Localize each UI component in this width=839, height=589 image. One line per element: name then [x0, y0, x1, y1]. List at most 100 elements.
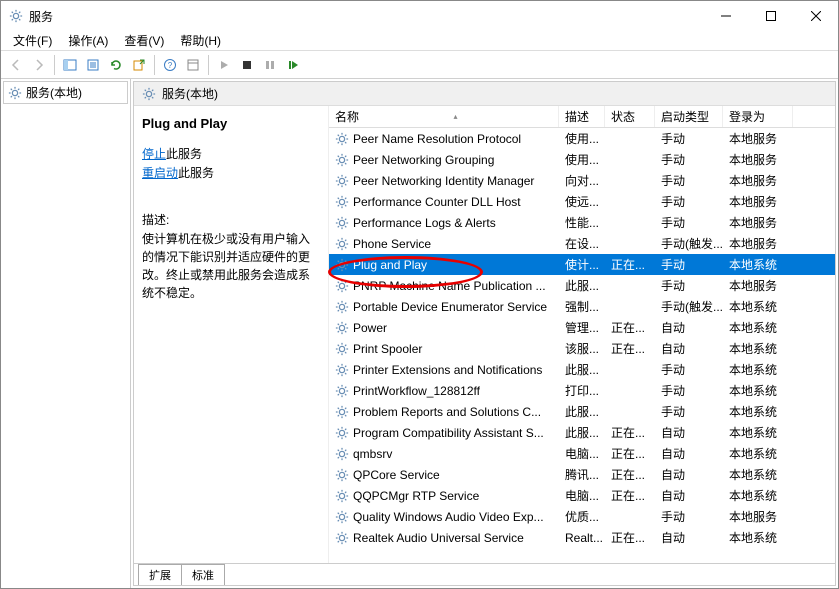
service-row[interactable]: Plug and Play使计...正在...手动本地系统 [329, 254, 835, 275]
gear-icon [335, 342, 349, 356]
tab-standard[interactable]: 标准 [181, 564, 225, 585]
service-name: Portable Device Enumerator Service [353, 300, 547, 314]
service-start: 自动 [655, 340, 723, 357]
menu-file[interactable]: 文件(F) [5, 30, 60, 51]
col-status[interactable]: 状态 [605, 106, 655, 127]
service-name: QPCore Service [353, 468, 440, 482]
tab-extended[interactable]: 扩展 [138, 564, 182, 585]
restart-suffix: 此服务 [178, 166, 214, 180]
service-logon: 本地系统 [723, 319, 793, 336]
service-desc: 使用... [559, 130, 605, 147]
service-row[interactable]: Phone Service在设...手动(触发...本地服务 [329, 233, 835, 254]
properties-button[interactable] [182, 54, 204, 76]
service-logon: 本地服务 [723, 214, 793, 231]
refresh-button[interactable] [105, 54, 127, 76]
service-name: Peer Networking Identity Manager [353, 174, 534, 188]
menu-help[interactable]: 帮助(H) [172, 30, 229, 51]
maximize-button[interactable] [748, 2, 793, 30]
service-logon: 本地系统 [723, 487, 793, 504]
service-row[interactable]: PNRP Machine Name Publication ...此服...手动… [329, 275, 835, 296]
col-name[interactable]: 名称▴ [329, 106, 559, 127]
service-start: 自动 [655, 319, 723, 336]
service-list: Peer Name Resolution Protocol使用...手动本地服务… [329, 128, 835, 563]
service-start: 手动 [655, 403, 723, 420]
service-row[interactable]: QPCore Service腾讯...正在...自动本地系统 [329, 464, 835, 485]
service-row[interactable]: Peer Networking Identity Manager向对...手动本… [329, 170, 835, 191]
gear-icon [142, 87, 156, 101]
right-pane-header: 服务(本地) [134, 82, 835, 106]
service-row[interactable]: Printer Extensions and Notifications 此服..… [329, 359, 835, 380]
service-desc: 在设... [559, 235, 605, 252]
service-row[interactable]: Quality Windows Audio Video Exp...优质...手… [329, 506, 835, 527]
forward-button[interactable] [28, 54, 50, 76]
service-name: Realtek Audio Universal Service [353, 531, 524, 545]
service-row[interactable]: Power管理...正在...自动本地系统 [329, 317, 835, 338]
help-button[interactable]: ? [159, 54, 181, 76]
service-start: 手动(触发... [655, 235, 723, 252]
service-row[interactable]: Print Spooler该服...正在...自动本地系统 [329, 338, 835, 359]
service-row[interactable]: QQPCMgr RTP Service电脑...正在...自动本地系统 [329, 485, 835, 506]
service-desc: 使远... [559, 193, 605, 210]
minimize-button[interactable] [703, 2, 748, 30]
service-name: Program Compatibility Assistant S... [353, 426, 544, 440]
app-icon [9, 9, 23, 23]
service-row[interactable]: Portable Device Enumerator Service强制...手… [329, 296, 835, 317]
service-start: 自动 [655, 466, 723, 483]
stop-suffix: 此服务 [166, 147, 202, 161]
gear-icon [8, 86, 22, 100]
menu-view[interactable]: 查看(V) [116, 30, 172, 51]
service-start: 自动 [655, 445, 723, 462]
gear-icon [335, 531, 349, 545]
restart-link[interactable]: 重启动 [142, 166, 178, 180]
gear-icon [335, 384, 349, 398]
service-start: 手动 [655, 508, 723, 525]
close-button[interactable] [793, 2, 838, 30]
view-tabs: 扩展 标准 [134, 563, 835, 585]
col-start[interactable]: 启动类型 [655, 106, 723, 127]
service-row[interactable]: Peer Name Resolution Protocol使用...手动本地服务 [329, 128, 835, 149]
service-start: 手动 [655, 214, 723, 231]
menu-action[interactable]: 操作(A) [60, 30, 116, 51]
service-row[interactable]: Peer Networking Grouping使用...手动本地服务 [329, 149, 835, 170]
service-logon: 本地系统 [723, 424, 793, 441]
service-logon: 本地服务 [723, 193, 793, 210]
service-row[interactable]: Realtek Audio Universal ServiceRealt...正… [329, 527, 835, 548]
service-logon: 本地服务 [723, 151, 793, 168]
service-name: Peer Name Resolution Protocol [353, 132, 521, 146]
service-start: 自动 [655, 487, 723, 504]
gear-icon [335, 426, 349, 440]
description-text: 使计算机在极少或没有用户输入的情况下能识别并适应硬件的更改。终止或禁用此服务会造… [142, 230, 320, 302]
col-logon[interactable]: 登录为 [723, 106, 793, 127]
gear-icon [335, 237, 349, 251]
service-name: Print Spooler [353, 342, 422, 356]
sort-indicator-icon: ▴ [454, 112, 458, 121]
back-button[interactable] [5, 54, 27, 76]
service-start: 手动 [655, 256, 723, 273]
service-start: 手动 [655, 151, 723, 168]
restart-service-button[interactable] [282, 54, 304, 76]
export-button[interactable] [82, 54, 104, 76]
service-row[interactable]: Problem Reports and Solutions C...此服...手… [329, 401, 835, 422]
service-desc: 此服... [559, 403, 605, 420]
stop-service-button[interactable] [236, 54, 258, 76]
service-row[interactable]: qmbsrv电脑...正在...自动本地系统 [329, 443, 835, 464]
start-service-button[interactable] [213, 54, 235, 76]
service-desc: 此服... [559, 361, 605, 378]
service-name: Printer Extensions and Notifications [353, 363, 542, 377]
service-row[interactable]: Performance Logs & Alerts性能...手动本地服务 [329, 212, 835, 233]
tree-root-services[interactable]: 服务(本地) [3, 81, 128, 104]
service-row[interactable]: Program Compatibility Assistant S...此服..… [329, 422, 835, 443]
service-row[interactable]: Performance Counter DLL Host使远...手动本地服务 [329, 191, 835, 212]
service-row[interactable]: PrintWorkflow_128812ff打印...手动本地系统 [329, 380, 835, 401]
stop-link[interactable]: 停止 [142, 147, 166, 161]
service-logon: 本地系统 [723, 445, 793, 462]
show-hide-tree-button[interactable] [59, 54, 81, 76]
service-status: 正在... [605, 529, 655, 546]
service-start: 自动 [655, 529, 723, 546]
pause-service-button[interactable] [259, 54, 281, 76]
service-status: 正在... [605, 424, 655, 441]
col-desc[interactable]: 描述 [559, 106, 605, 127]
export-list-button[interactable] [128, 54, 150, 76]
menubar: 文件(F) 操作(A) 查看(V) 帮助(H) [1, 31, 838, 51]
gear-icon [335, 510, 349, 524]
